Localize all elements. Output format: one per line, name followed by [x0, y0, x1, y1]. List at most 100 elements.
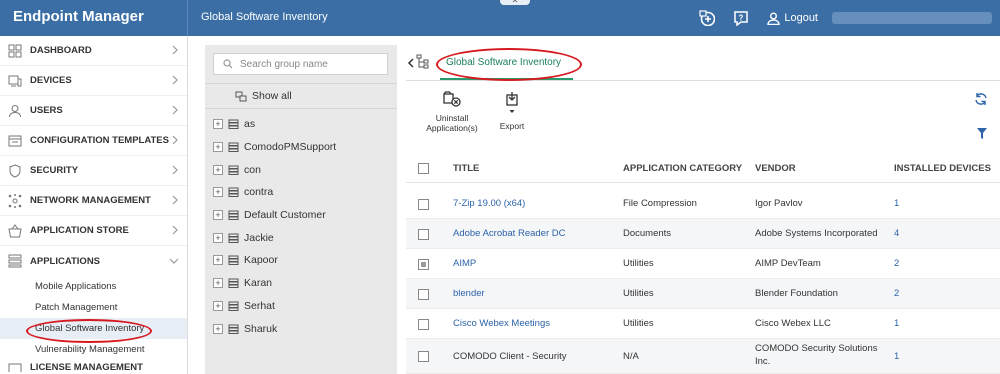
search-group-input[interactable]: Search group name	[213, 53, 388, 75]
group-tree-icon[interactable]	[416, 54, 430, 73]
row-checkbox[interactable]	[418, 351, 429, 362]
tree-row[interactable]: + Kapoor	[205, 249, 397, 272]
tree-row[interactable]: + contra	[205, 181, 397, 204]
sidebar-item-devices[interactable]: DEVICES	[0, 66, 187, 96]
device-group-icon	[228, 210, 239, 221]
sidebar-item-label: USERS	[30, 105, 63, 116]
sidebar-item-application-store[interactable]: APPLICATION STORE	[0, 216, 187, 246]
chevron-right-icon	[172, 195, 179, 208]
collapse-header-button[interactable]: ✕	[500, 0, 530, 5]
expand-icon[interactable]: +	[213, 164, 223, 175]
sidebar-item-label: SECURITY	[30, 165, 79, 176]
sidebar: DASHBOARD DEVICES USERS CONFIGURATION TE…	[0, 36, 188, 374]
sidebar-subitem-patch-management[interactable]: Patch Management	[0, 297, 187, 318]
app-category: Documents	[623, 228, 672, 239]
column-header-installed-devices[interactable]: INSTALLED DEVICES	[894, 163, 991, 174]
chevron-right-icon	[172, 135, 179, 148]
expand-icon[interactable]: +	[213, 300, 223, 311]
column-header-application-category[interactable]: APPLICATION CATEGORY	[623, 163, 742, 174]
tree-row[interactable]: + ComodoPMSupport	[205, 136, 397, 159]
expand-icon[interactable]: +	[213, 142, 223, 153]
row-checkbox[interactable]	[418, 259, 429, 270]
sidebar-item-label: APPLICATION STORE	[30, 225, 129, 236]
expand-icon[interactable]: +	[213, 119, 223, 130]
column-header-vendor[interactable]: VENDOR	[755, 163, 796, 174]
installed-devices-link[interactable]: 1	[894, 351, 899, 362]
add-icon[interactable]	[699, 10, 716, 26]
group-panel: Search group name Show all + as + ComodoPM…	[205, 45, 397, 374]
tree-row[interactable]: + as	[205, 113, 397, 136]
sidebar-item-license-management[interactable]: LICENSE MANAGEMENT	[0, 360, 187, 372]
row-checkbox[interactable]	[418, 229, 429, 240]
column-header-title[interactable]: TITLE	[453, 163, 479, 174]
group-icon	[235, 91, 247, 101]
app-title-link[interactable]: AIMP	[453, 258, 476, 269]
sidebar-item-network-management[interactable]: NETWORK MANAGEMENT	[0, 186, 187, 216]
expand-icon[interactable]: +	[213, 323, 223, 334]
installed-devices-link[interactable]: 2	[894, 258, 899, 269]
sidebar-item-users[interactable]: USERS	[0, 96, 187, 126]
expand-icon[interactable]: +	[213, 210, 223, 221]
sidebar-item-label: DEVICES	[30, 75, 72, 86]
expand-icon[interactable]: +	[213, 187, 223, 198]
sidebar-item-security[interactable]: SECURITY	[0, 156, 187, 186]
row-checkbox[interactable]	[418, 289, 429, 300]
uninstall-icon	[418, 91, 486, 109]
device-group-icon	[228, 142, 239, 153]
group-name: Sharuk	[244, 322, 278, 335]
help-icon[interactable]: ?	[733, 10, 749, 26]
installed-devices-link[interactable]: 1	[894, 318, 899, 329]
table-row: Adobe Acrobat Reader DC Documents Adobe …	[406, 219, 1000, 249]
app-vendor: Blender Foundation	[755, 288, 838, 299]
expand-icon[interactable]: +	[213, 255, 223, 266]
device-group-icon	[228, 324, 239, 334]
device-group-icon	[228, 301, 239, 311]
sidebar-item-dashboard[interactable]: DASHBOARD	[0, 36, 187, 66]
uninstall-applications-button[interactable]: Uninstall Application(s)	[418, 91, 486, 133]
tree-row[interactable]: + con	[205, 158, 397, 181]
app-title-link[interactable]: Cisco Webex Meetings	[453, 318, 550, 329]
collapse-panel-icon[interactable]	[407, 58, 414, 71]
app-category: Utilities	[623, 258, 654, 269]
group-name: contra	[244, 186, 274, 199]
tree-row[interactable]: + Serhat	[205, 295, 397, 318]
app-title-link[interactable]: blender	[453, 288, 485, 299]
license-icon	[7, 362, 22, 372]
tree-row[interactable]: + Sharuk	[205, 317, 397, 340]
refresh-icon[interactable]	[974, 92, 988, 109]
table-row: Cisco Webex Meetings Utilities Cisco Web…	[406, 309, 1000, 339]
sidebar-subitem-mobile-applications[interactable]: Mobile Applications	[0, 276, 187, 297]
filter-icon[interactable]	[976, 127, 988, 143]
app-vendor: Adobe Systems Incorporated	[755, 228, 878, 239]
chevron-right-icon	[172, 75, 179, 88]
search-placeholder: Search group name	[240, 58, 328, 70]
installed-devices-link[interactable]: 1	[894, 198, 899, 209]
tree-row[interactable]: + Default Customer	[205, 204, 397, 227]
group-name: con	[244, 163, 261, 176]
export-button[interactable]: Export	[494, 91, 530, 131]
network-icon	[7, 193, 22, 208]
tree-row[interactable]: + Jackie	[205, 226, 397, 249]
devices-icon	[7, 73, 22, 88]
expand-icon[interactable]: +	[213, 278, 223, 289]
chevron-right-icon	[172, 105, 179, 118]
installed-devices-link[interactable]: 2	[894, 288, 899, 299]
tree-row[interactable]: + Karan	[205, 272, 397, 295]
sidebar-item-configuration-templates[interactable]: CONFIGURATION TEMPLATES	[0, 126, 187, 156]
device-group-icon	[228, 187, 239, 198]
show-all-button[interactable]: Show all	[205, 83, 397, 109]
installed-devices-link[interactable]: 4	[894, 228, 899, 239]
row-checkbox[interactable]	[418, 199, 429, 210]
app-title-link[interactable]: Adobe Acrobat Reader DC	[453, 228, 565, 239]
sidebar-item-label: CONFIGURATION TEMPLATES	[30, 135, 169, 146]
app-title-link[interactable]: 7-Zip 19.00 (x64)	[453, 198, 525, 209]
sidebar-item-applications[interactable]: APPLICATIONS	[0, 246, 187, 276]
select-all-checkbox[interactable]	[418, 163, 429, 174]
table-row: 7-Zip 19.00 (x64) File Compression Igor …	[406, 189, 1000, 219]
app-vendor: Cisco Webex LLC	[755, 318, 831, 329]
logout-label: Logout	[784, 12, 818, 24]
row-checkbox[interactable]	[418, 319, 429, 330]
group-name: Default Customer	[244, 209, 326, 222]
logout-button[interactable]: Logout	[767, 12, 818, 25]
expand-icon[interactable]: +	[213, 232, 223, 243]
